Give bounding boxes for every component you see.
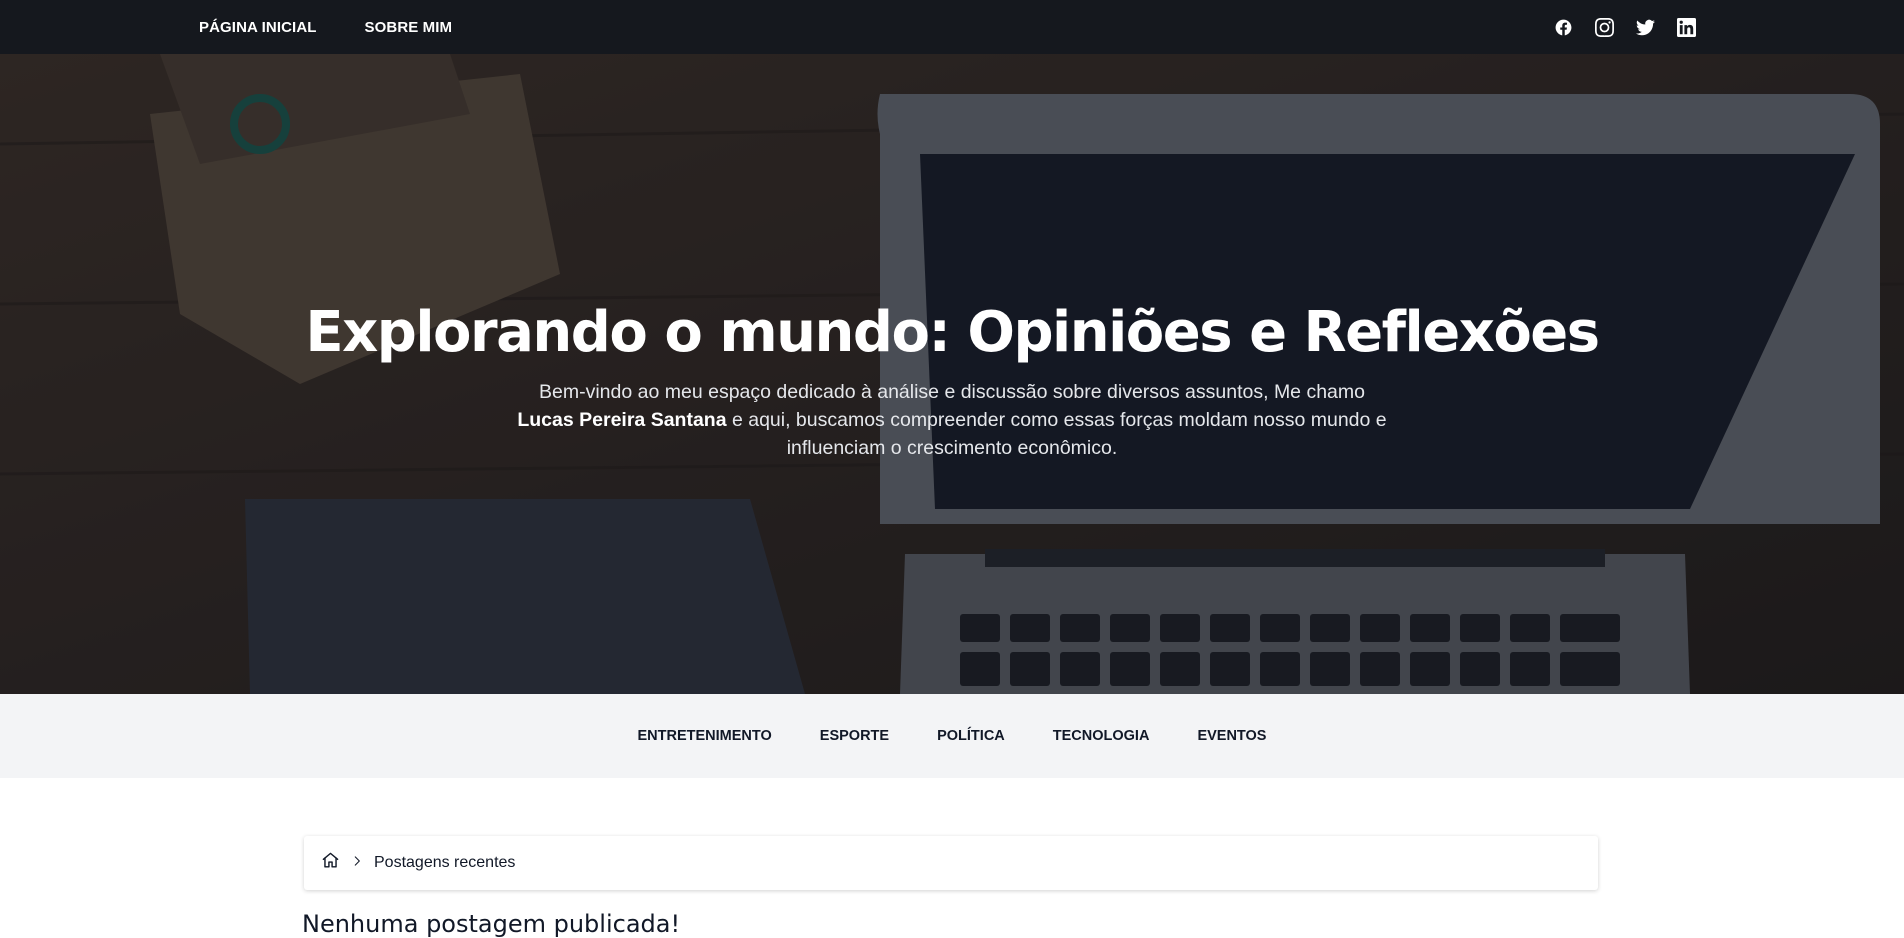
hero-content: Explorando o mundo: Opiniões e Reflexões… xyxy=(0,54,1904,694)
category-tecnologia[interactable]: TECNOLOGIA xyxy=(1053,728,1150,744)
category-nav: ENTRETENIMENTO ESPORTE POLÍTICA TECNOLOG… xyxy=(0,694,1904,778)
hero-description-intro: Bem-vindo ao meu espaço dedicado à análi… xyxy=(539,381,1365,403)
main-nav: PÁGINA INICIAL SOBRE MIM xyxy=(199,0,452,54)
hero-description-rest: e aqui, buscamos compreender como essas … xyxy=(726,409,1387,459)
breadcrumb: Postagens recentes xyxy=(304,836,1598,890)
hero-banner: Explorando o mundo: Opiniões e Reflexões… xyxy=(0,54,1904,694)
social-links xyxy=(1554,0,1696,54)
hero-description: Bem-vindo ao meu espaço dedicado à análi… xyxy=(512,378,1392,462)
nav-link-about[interactable]: SOBRE MIM xyxy=(365,19,453,36)
author-name: Lucas Pereira Santana xyxy=(517,409,727,431)
instagram-icon[interactable] xyxy=(1595,17,1614,37)
twitter-icon[interactable] xyxy=(1636,18,1655,37)
category-esporte[interactable]: ESPORTE xyxy=(820,728,889,744)
linkedin-icon[interactable] xyxy=(1677,17,1696,37)
category-eventos[interactable]: EVENTOS xyxy=(1197,728,1266,744)
facebook-icon[interactable] xyxy=(1554,18,1573,37)
home-icon[interactable] xyxy=(321,851,340,875)
breadcrumb-current: Postagens recentes xyxy=(374,854,516,871)
hero-title: Explorando o mundo: Opiniões e Reflexões xyxy=(305,300,1600,365)
empty-posts-message: Nenhuma postagem publicada! xyxy=(302,910,681,938)
chevron-right-icon xyxy=(350,854,364,873)
category-entretenimento[interactable]: ENTRETENIMENTO xyxy=(638,728,772,744)
category-politica[interactable]: POLÍTICA xyxy=(937,728,1005,744)
nav-link-home[interactable]: PÁGINA INICIAL xyxy=(199,19,317,36)
top-navigation-bar: PÁGINA INICIAL SOBRE MIM xyxy=(0,0,1904,54)
